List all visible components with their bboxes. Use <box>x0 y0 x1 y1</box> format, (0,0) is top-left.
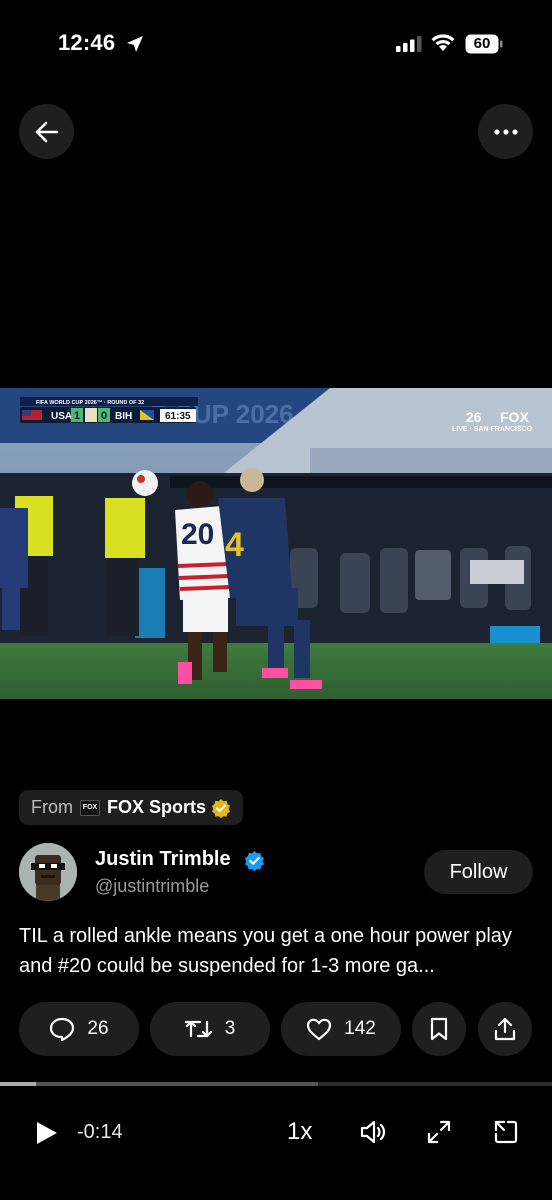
playback-speed-button[interactable]: 1x <box>287 1118 312 1146</box>
location-arrow-icon <box>127 36 143 52</box>
status-time: 12:46 <box>58 30 116 55</box>
picture-in-picture-icon[interactable] <box>493 1119 519 1145</box>
battery-icon: 60 <box>465 34 503 54</box>
author-handle[interactable]: @justintrimble <box>95 876 209 897</box>
share-icon <box>494 1017 516 1041</box>
source-name: FOX Sports <box>107 797 207 817</box>
jersey-number-20: 20 <box>181 518 214 551</box>
follow-button[interactable]: Follow <box>424 850 533 894</box>
verified-gold-icon <box>212 798 231 818</box>
broadcaster-26-mark: 26 <box>466 409 482 425</box>
play-icon[interactable] <box>33 1120 59 1146</box>
volume-icon[interactable] <box>359 1119 387 1145</box>
scorebug-clock: 61:35 <box>165 411 191 422</box>
scorebug-away-team: BIH <box>115 411 132 422</box>
more-dots-icon <box>493 128 518 135</box>
verified-blue-icon <box>245 851 264 871</box>
broadcaster-logo: FOX <box>500 409 529 425</box>
signal-bars-icon <box>396 36 422 52</box>
post-text[interactable]: TIL a rolled ankle means you get a one h… <box>19 921 534 981</box>
scorebug-competition: FIFA WORLD CUP 2026™ · ROUND OF 32 <box>36 400 144 406</box>
repost-count: 3 <box>224 1018 236 1039</box>
share-button[interactable] <box>478 1002 532 1056</box>
bookmark-button[interactable] <box>412 1002 466 1056</box>
repost-button[interactable]: 3 <box>150 1002 270 1056</box>
reply-icon <box>50 1017 75 1041</box>
source-label: From <box>31 797 73 817</box>
source-chip[interactable]: From FOX FOX Sports <box>19 790 244 825</box>
video-progress-buffered <box>0 1082 318 1086</box>
broadcaster-tagline: LIVE · SAN FRANCISCO <box>452 426 533 433</box>
back-button[interactable] <box>19 104 74 159</box>
repost-icon <box>184 1020 212 1038</box>
like-button[interactable]: 142 <box>281 1002 401 1056</box>
more-options-button[interactable] <box>478 104 533 159</box>
jersey-number-4: 4 <box>225 526 244 564</box>
bookmark-icon <box>430 1017 448 1041</box>
scorebug-home-team: USA <box>51 411 72 422</box>
scorebug-away-score: 0 <box>101 410 107 422</box>
like-count: 142 <box>344 1018 376 1039</box>
remaining-time: -0:14 <box>77 1121 123 1143</box>
heart-icon <box>307 1018 332 1040</box>
fox-logo: FOX <box>80 799 100 816</box>
back-arrow-icon <box>35 121 58 142</box>
video-progress-played <box>0 1082 36 1086</box>
scorebug-home-score: 1 <box>74 410 80 422</box>
author-name[interactable]: Justin Trimble <box>95 848 231 871</box>
wifi-icon <box>431 34 455 51</box>
avatar[interactable] <box>19 843 77 901</box>
battery-level: 60 <box>473 35 491 52</box>
fullscreen-icon[interactable] <box>426 1119 452 1145</box>
reply-count: 26 <box>87 1018 109 1039</box>
video-frame[interactable]: P CUP 2026 20 4 FIFA WORLD CUP 2026™ · R… <box>0 388 552 699</box>
reply-button[interactable]: 26 <box>19 1002 139 1056</box>
